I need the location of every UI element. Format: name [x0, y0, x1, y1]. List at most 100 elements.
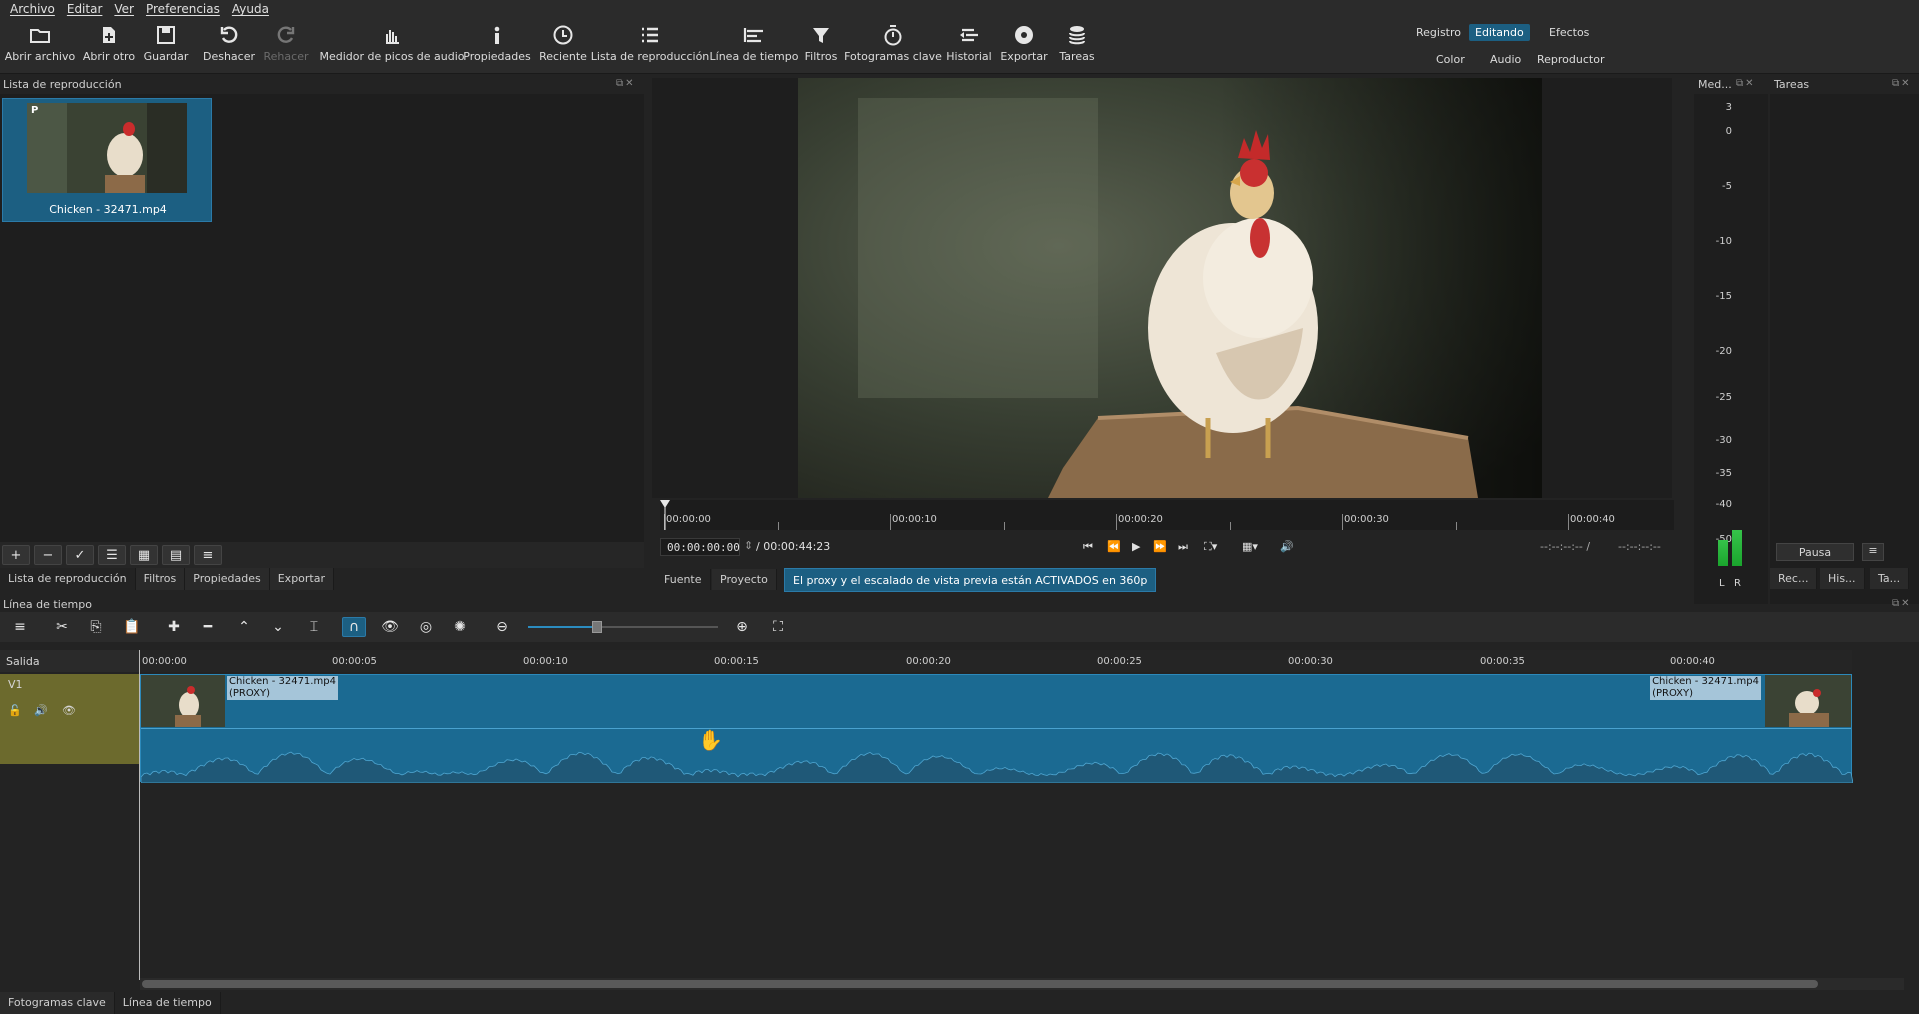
tab-filters[interactable]: Filtros [135, 568, 186, 590]
layout-efectos[interactable]: Efectos [1543, 24, 1595, 41]
timeline-menu-icon[interactable]: ≡ [8, 617, 32, 637]
tab-jobs[interactable]: Ta... [1870, 568, 1910, 589]
timeline-icon [743, 22, 765, 48]
viewer-playhead-marker[interactable] [660, 500, 672, 530]
export-button[interactable]: Exportar [1000, 22, 1048, 72]
clip-end-thumbnail [1765, 675, 1851, 727]
pause-jobs-button[interactable]: Pausa [1776, 543, 1854, 561]
layout-reproductor[interactable]: Reproductor [1531, 51, 1610, 68]
layout-color[interactable]: Color [1430, 51, 1471, 68]
lift-icon[interactable]: ⌃ [232, 617, 256, 637]
playlist-button[interactable]: Lista de reproducción [591, 22, 709, 72]
clip-label-name: Chicken - 32471.mp4 [1652, 676, 1759, 687]
timecode-field[interactable]: 00:00:00:00 [660, 538, 740, 556]
menu-preferencias[interactable]: Preferencias [140, 2, 226, 16]
tiles-view-button[interactable]: ▦ [130, 545, 158, 565]
skip-next-button[interactable]: ⏭ [1178, 540, 1188, 554]
recent-button[interactable]: Reciente [538, 22, 588, 72]
timeline-horizontal-scrollbar[interactable] [140, 978, 1904, 990]
lock-icon[interactable]: 🔓 [8, 704, 22, 717]
layout-audio[interactable]: Audio [1484, 51, 1527, 68]
timeline-panel: Línea de tiempo ⧉✕ ≡ ✂ ⎘ 📋 ✚ ━ ⌃ ⌄ ⌶ ∩ 👁… [0, 598, 1919, 1014]
save-button[interactable]: Guardar [144, 22, 188, 72]
cut-icon[interactable]: ✂ [50, 617, 74, 637]
playlist-clip[interactable]: P Chicken - 32471.mp4 [2, 98, 212, 222]
play-button[interactable]: ▶ [1132, 540, 1140, 553]
ripple-delete-icon[interactable]: ━ [196, 617, 220, 637]
timeline-playhead[interactable] [139, 650, 140, 980]
split-icon[interactable]: ⌶ [302, 617, 326, 637]
zoom-fit-icon[interactable]: ⛶ [766, 617, 790, 637]
playlist-menu-button[interactable]: ≡ [194, 545, 222, 565]
scrollbar-thumb[interactable] [142, 980, 1818, 988]
tab-source[interactable]: Fuente [656, 569, 711, 590]
update-clip-button[interactable]: ✓ [66, 545, 94, 565]
tab-export[interactable]: Exportar [269, 568, 335, 590]
volume-icon[interactable]: 🔊 [1280, 540, 1294, 553]
append-icon[interactable]: ✚ [162, 617, 186, 637]
scrub-icon[interactable]: 👁 [378, 617, 402, 637]
skip-previous-button[interactable]: ⏮ [1083, 540, 1093, 554]
playlist-dock-buttons[interactable]: ⧉✕ [616, 78, 636, 89]
zoom-icon[interactable]: ⛶▾ [1204, 540, 1217, 554]
tab-properties[interactable]: Propiedades [185, 568, 270, 590]
jobs-button[interactable]: Tareas [1056, 22, 1098, 72]
tab-recent[interactable]: Rec... [1770, 568, 1818, 589]
viewer-scrub-ruler[interactable]: 00:00:00 00:00:10 00:00:20 00:00:30 00:0… [660, 500, 1674, 530]
meter-dock-buttons[interactable]: ⧉✕ [1736, 78, 1756, 89]
clip-label-start: Chicken - 32471.mp4 (PROXY) [227, 676, 338, 700]
menu-archivo[interactable]: Archivo [4, 2, 61, 16]
ripple-icon[interactable]: ◎ [414, 617, 438, 637]
tab-history[interactable]: His... [1820, 568, 1865, 589]
history-button[interactable]: Historial [946, 22, 992, 72]
video-frame [798, 78, 1542, 498]
video-viewer[interactable] [652, 78, 1672, 498]
overwrite-icon[interactable]: ⌄ [266, 617, 290, 637]
open-file-button[interactable]: Abrir archivo [5, 22, 75, 72]
zoom-slider[interactable] [528, 621, 718, 633]
redo-button[interactable]: Rehacer [264, 22, 308, 72]
layout-switcher: Registro Editando Efectos Color Audio Re… [1400, 18, 1640, 74]
tab-keyframes[interactable]: Fotogramas clave [0, 992, 115, 1014]
audio-peak-meter-button[interactable]: Medidor de picos de audio [319, 22, 465, 72]
jobs-dock-buttons[interactable]: ⧉✕ [1892, 78, 1912, 89]
tab-project[interactable]: Proyecto [712, 569, 777, 590]
visibility-icon[interactable]: 👁 [62, 704, 76, 717]
ripple-all-icon[interactable]: ✺ [448, 617, 472, 637]
menu-editar[interactable]: Editar [61, 2, 109, 16]
tab-playlist[interactable]: Lista de reproducción [0, 568, 136, 590]
timeline-clip[interactable]: Chicken - 32471.mp4 (PROXY) Chicken - 32… [140, 674, 1853, 783]
timeline-button[interactable]: Línea de tiempo [710, 22, 799, 72]
grid-icon[interactable]: ▦▾ [1242, 540, 1258, 553]
copy-icon[interactable]: ⎘ [84, 617, 108, 637]
timecode-spin-icon[interactable]: ⇕ [744, 539, 753, 552]
keyframes-button[interactable]: Fotogramas clave [844, 22, 942, 72]
timeline-dock-buttons[interactable]: ⧉✕ [1892, 598, 1912, 609]
details-view-button[interactable]: ☰ [98, 545, 126, 565]
add-clip-button[interactable]: + [2, 545, 30, 565]
menu-ayuda[interactable]: Ayuda [226, 2, 275, 16]
jobs-panel-title: Tareas [1774, 78, 1810, 91]
paste-icon[interactable]: 📋 [120, 617, 144, 637]
mute-icon[interactable]: 🔊 [34, 704, 48, 717]
open-other-button[interactable]: Abrir otro [82, 22, 136, 72]
properties-button[interactable]: Propiedades [463, 22, 531, 72]
jobs-menu-button[interactable]: ≡ [1862, 543, 1884, 561]
timeline-ruler[interactable]: 00:00:00 00:00:05 00:00:10 00:00:15 00:0… [140, 650, 1852, 672]
zoom-in-icon[interactable]: ⊕ [730, 617, 754, 637]
remove-clip-button[interactable]: − [34, 545, 62, 565]
layout-registro[interactable]: Registro [1410, 24, 1467, 41]
icons-view-button[interactable]: ▤ [162, 545, 190, 565]
filters-button[interactable]: Filtros [802, 22, 840, 72]
zoom-out-icon[interactable]: ⊖ [490, 617, 514, 637]
snap-icon[interactable]: ∩ [342, 617, 366, 637]
rewind-button[interactable]: ⏪ [1107, 540, 1121, 553]
layout-editando[interactable]: Editando [1469, 24, 1530, 41]
clip-label-end: Chicken - 32471.mp4 (PROXY) [1650, 676, 1761, 700]
track-header-v1[interactable]: V1 🔓 🔊 👁 [0, 674, 140, 764]
export-icon [1013, 22, 1035, 48]
undo-button[interactable]: Deshacer [203, 22, 255, 72]
fast-forward-button[interactable]: ⏩ [1153, 540, 1167, 553]
tab-timeline[interactable]: Línea de tiempo [114, 992, 221, 1014]
menu-ver[interactable]: Ver [108, 2, 140, 16]
